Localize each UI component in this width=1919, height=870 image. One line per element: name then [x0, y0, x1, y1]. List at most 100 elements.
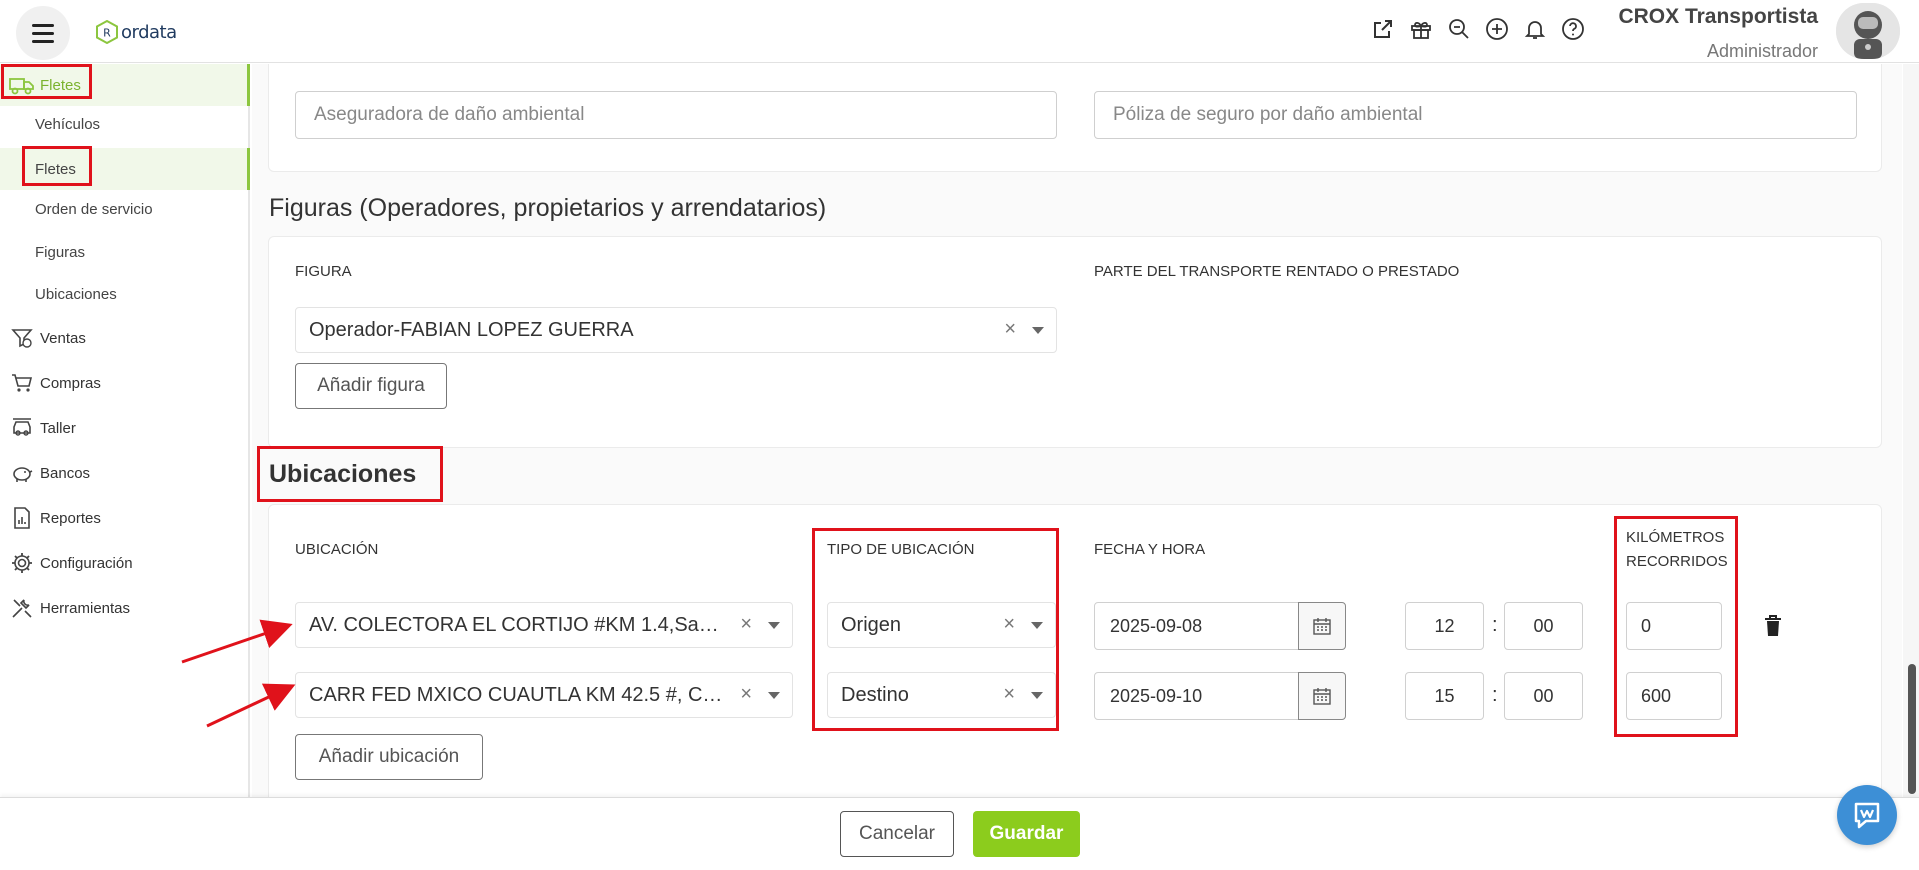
astronaut-avatar-icon	[1836, 3, 1900, 59]
sidebar-item-compras[interactable]: Compras	[0, 363, 250, 403]
funnel-dollar-icon	[8, 324, 36, 352]
ubicacion-select[interactable]: CARR FED MXICO CUAUTLA KM 42.5 #, CP:...…	[295, 672, 793, 718]
button-label: Cancelar	[858, 823, 936, 844]
clear-icon[interactable]: ×	[1004, 318, 1016, 341]
km-input[interactable]: 600	[1626, 672, 1722, 720]
trash-icon[interactable]	[1762, 614, 1786, 638]
bell-icon[interactable]	[1522, 16, 1548, 42]
save-button[interactable]: Guardar	[973, 811, 1080, 857]
plus-circle-icon[interactable]	[1484, 16, 1510, 42]
top-bar: R ordata CROX Transportista Administrado…	[0, 0, 1919, 63]
gear-icon	[8, 549, 36, 577]
header-icons	[1370, 16, 1586, 42]
sidebar-item-configuracion[interactable]: Configuración	[0, 543, 250, 583]
sidebar-subitem-label: Orden de servicio	[35, 200, 153, 218]
search-zoom-icon[interactable]	[1446, 16, 1472, 42]
sidebar-subitem-ubicaciones[interactable]: Ubicaciones	[35, 276, 117, 312]
fecha-input[interactable]: 2025-09-10	[1094, 672, 1299, 720]
sidebar-item-label: Configuración	[40, 554, 133, 572]
environmental-insurer-input[interactable]: Aseguradora de daño ambiental	[295, 91, 1057, 139]
sidebar-item-bancos[interactable]: Bancos	[0, 453, 250, 493]
sidebar-subitem-orden-servicio[interactable]: Orden de servicio	[35, 191, 153, 227]
scrollbar-thumb[interactable]	[1908, 664, 1916, 794]
chat-widget-button[interactable]	[1837, 785, 1897, 845]
sidebar-item-label: Compras	[40, 374, 101, 392]
car-repair-icon	[8, 414, 36, 442]
fecha-input[interactable]: 2025-09-08	[1094, 602, 1299, 650]
cancel-button[interactable]: Cancelar	[840, 811, 954, 857]
tipo-ubicacion-column-label: TIPO DE UBICACIÓN	[827, 541, 975, 558]
figura-select[interactable]: Operador-FABIAN LOPEZ GUERRA ×	[295, 307, 1057, 353]
km-column-label-line2: RECORRIDOS	[1626, 553, 1728, 570]
minute-value: 00	[1533, 685, 1554, 706]
calendar-icon	[1313, 618, 1331, 635]
ubicacion-column-label: UBICACIÓN	[295, 541, 379, 558]
sidebar-item-fletes-group[interactable]: Fletes	[0, 64, 250, 106]
sidebar-item-herramientas[interactable]: Herramientas	[0, 588, 250, 628]
input-placeholder: Póliza de seguro por daño ambiental	[1113, 104, 1423, 125]
select-value: Destino	[841, 683, 909, 706]
logo-letter: R	[103, 27, 111, 40]
app-root: R ordata CROX Transportista Administrado…	[0, 0, 1919, 870]
minute-input[interactable]: 00	[1504, 602, 1583, 650]
hour-input[interactable]: 15	[1405, 672, 1484, 720]
ubicaciones-card	[268, 504, 1882, 797]
truck-icon	[8, 71, 36, 99]
chevron-down-icon[interactable]	[1032, 327, 1044, 334]
environmental-policy-input[interactable]: Póliza de seguro por daño ambiental	[1094, 91, 1857, 139]
external-link-icon[interactable]	[1370, 16, 1396, 42]
sidebar-item-label: Herramientas	[40, 599, 131, 617]
minute-input[interactable]: 00	[1504, 672, 1583, 720]
chevron-down-icon[interactable]	[768, 692, 780, 699]
sidebar-item-ventas[interactable]: Ventas	[0, 318, 250, 358]
vertical-scrollbar[interactable]	[1903, 64, 1919, 797]
calendar-icon	[1313, 688, 1331, 705]
hour-value: 15	[1434, 685, 1455, 706]
ubicaciones-section-title: Ubicaciones	[269, 460, 417, 488]
hour-input[interactable]: 12	[1405, 602, 1484, 650]
clear-icon[interactable]: ×	[1003, 683, 1015, 706]
tools-icon	[8, 594, 36, 622]
add-ubicacion-button[interactable]: Añadir ubicación	[295, 734, 483, 780]
calendar-button[interactable]	[1298, 602, 1346, 650]
footer-bar: Cancelar Guardar	[0, 797, 1919, 870]
hamburger-line	[32, 23, 54, 27]
ubicacion-select[interactable]: AV. COLECTORA EL CORTIJO #KM 1.4,San Jua…	[295, 602, 793, 648]
figuras-section-title: Figuras (Operadores, propietarios y arre…	[269, 194, 827, 222]
sidebar-item-label: Taller	[40, 419, 76, 437]
help-icon[interactable]	[1560, 16, 1586, 42]
sidebar-item-reportes[interactable]: Reportes	[0, 498, 250, 538]
fecha-hora-column-label: FECHA Y HORA	[1094, 541, 1206, 558]
user-info[interactable]: CROX Transportista Administrador	[1600, 4, 1818, 62]
add-figura-button[interactable]: Añadir figura	[295, 363, 447, 409]
clear-icon[interactable]: ×	[740, 683, 752, 706]
clear-icon[interactable]: ×	[1003, 613, 1015, 636]
sidebar-subitem-vehiculos[interactable]: Vehículos	[35, 106, 100, 142]
menu-toggle-button[interactable]	[16, 6, 70, 60]
sidebar-subitem-label: Figuras	[35, 243, 86, 261]
user-name: CROX Transportista	[1618, 5, 1818, 28]
tipo-ubicacion-select[interactable]: Origen ×	[827, 602, 1056, 648]
chat-icon	[1854, 802, 1880, 829]
chevron-down-icon[interactable]	[1031, 622, 1043, 629]
hamburger-line	[32, 39, 54, 43]
km-input[interactable]: 0	[1626, 602, 1722, 650]
report-icon	[8, 504, 36, 532]
app-logo[interactable]: R ordata	[96, 20, 177, 44]
chevron-down-icon[interactable]	[1031, 692, 1043, 699]
gift-icon[interactable]	[1408, 16, 1434, 42]
sidebar-item-label: Bancos	[40, 464, 91, 482]
figura-label: FIGURA	[295, 263, 352, 280]
sidebar-subitem-figuras[interactable]: Figuras	[35, 234, 85, 270]
sidebar-item-taller[interactable]: Taller	[0, 408, 250, 448]
calendar-button[interactable]	[1298, 672, 1346, 720]
time-separator: :	[1492, 614, 1498, 636]
avatar[interactable]	[1836, 3, 1900, 59]
clear-icon[interactable]: ×	[740, 613, 752, 636]
km-value: 600	[1641, 685, 1672, 706]
sidebar-subitem-label: Ubicaciones	[35, 285, 117, 303]
main-content: Aseguradora de daño ambiental Póliza de …	[252, 64, 1902, 797]
tipo-ubicacion-select[interactable]: Destino ×	[827, 672, 1056, 718]
sidebar-subitem-fletes[interactable]: Fletes	[35, 148, 76, 190]
chevron-down-icon[interactable]	[768, 622, 780, 629]
